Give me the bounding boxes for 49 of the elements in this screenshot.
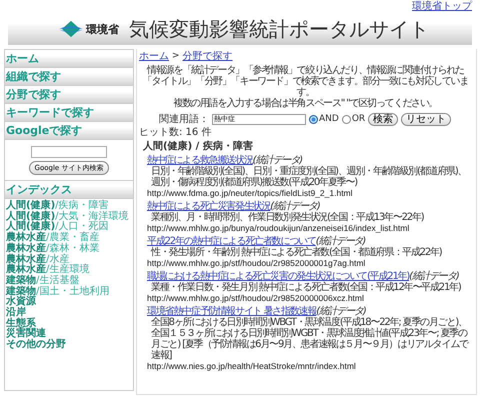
result-description: 業種・作業日数・発生月別 熱中症による死亡者数(全国：平成12年〜平成21年) <box>150 282 462 293</box>
result-description: 全国8ヶ所における日別時間別WBGT・黒球温度(平成18〜22年; 夏季の月ごと)、全国１５３ヶ所における日別時間別WGBT・黒球温度推計値(平成23年〜; 夏季の月ごと) [夏季（予防情報は6月〜9月、患者速報は５月〜９月）はリアルタイムで速報] <box>150 317 470 361</box>
breadcrumb-separator: > <box>172 51 180 61</box>
result-url: http://www.fdma.go.jp/neuter/topics/fieldList9_2_1.html <box>147 188 354 198</box>
result-title-link[interactable]: 環境省熱中症予防情報サイト 暑さ指数速報 <box>147 306 316 317</box>
logo-icon <box>58 20 84 38</box>
result-url: http://www.nies.go.jp/health/HeatStroke/mntr/index.html <box>147 361 357 371</box>
result-title-link[interactable]: 職場における熱中症による死亡災害の発生状況について(平成21年) <box>147 271 410 282</box>
result-type: (統計データ) <box>409 271 459 282</box>
sidebar-menu-item[interactable]: 分野で探す <box>5 86 133 104</box>
result-description: 業種別、月・時間帯別、作業日数別発生状況(全国：平成13年〜22年) <box>150 212 425 223</box>
ministry-top-link[interactable]: 環境省トップ <box>412 1 472 13</box>
sidebar-menu-item[interactable]: Googleで探す <box>5 122 133 140</box>
site-title: 気候変動影響統計ポータルサイト <box>129 16 429 42</box>
breadcrumb-link[interactable]: 分野で探す <box>182 49 233 63</box>
result-type: (統計データ) <box>252 155 302 166</box>
result-title-link[interactable]: 熱中症による死亡災害発生状況 <box>147 201 270 212</box>
intro-text: 複数の用語を入力する場合は半角スペース" "で区切ってください。 <box>172 98 438 109</box>
match-radio[interactable]: AND <box>309 114 339 124</box>
intro-text: 「タイトル」「分野」「キーワード」で検索できます。部分一致にも対応しています。 <box>142 76 470 98</box>
index-link[interactable]: 建築物/生活基盤 <box>6 276 132 287</box>
breadcrumb-link[interactable]: ホーム <box>139 49 169 63</box>
index-link[interactable]: 農林水産/生産環境 <box>6 265 132 276</box>
index-link[interactable]: 農林水産/森林・林業 <box>6 244 132 255</box>
ministry-name: 環境省 <box>86 22 119 36</box>
result-url: http://www.mhlw.go.jp/stf/houdou/2r9852000001g7ag.html <box>147 258 366 268</box>
index-link[interactable]: 人間(健康)/疾病・障害 <box>6 201 132 212</box>
intro-text: 情報源を「統計データ」「参考情報」で絞り込んだり、情報源に関連付けられた <box>146 65 465 76</box>
result-type: (統計データ) <box>316 306 366 317</box>
category-heading: 人間(健康) / 疾病・障害 <box>143 141 254 152</box>
search-action-button[interactable]: リセット <box>401 112 452 126</box>
search-label: 関連用語： <box>159 112 209 126</box>
result-title-link[interactable]: 熱中症による救急搬送状況 <box>147 155 253 166</box>
sidebar-menu-item[interactable]: キーワードで探す <box>5 104 133 122</box>
result-url: http://www.mhlw.go.jp/bunya/roudoukijun/anzeneisei16/index_list.html <box>147 223 410 233</box>
result-description: 日別・年齢階級別(全国)、日別・重症度別(全国)、週別・年齢階級別(都道府県)、週別・傷病程度別(都道府県)搬送数(平成20年夏季〜) <box>150 166 468 188</box>
result-url: http://www.mhlw.go.jp/stf/houdou/2r98520000006xcz.html <box>147 293 365 303</box>
result-description: 性・発生場所・年齢別 熱中症による死亡者数(全国・都道府県：平成22年) <box>150 247 443 258</box>
hit-count: ヒット数: 16 件 <box>139 127 212 138</box>
index-link[interactable]: 沿岸 <box>6 308 132 319</box>
result-type: (統計データ) <box>316 236 366 247</box>
google-search-field[interactable] <box>31 146 107 158</box>
search-action-button[interactable]: 検索 <box>368 112 398 126</box>
sidebar-menu-item[interactable]: 組織で探す <box>5 68 133 86</box>
result-title-link[interactable]: 平成22年の熱中症による死亡者数について <box>147 236 316 247</box>
result-type: (統計データ) <box>270 201 320 212</box>
match-radio[interactable]: OR <box>342 114 366 124</box>
index-link[interactable]: その他の分野 <box>6 340 132 351</box>
index-link[interactable]: 農林水産/農業・畜産 <box>6 233 132 244</box>
